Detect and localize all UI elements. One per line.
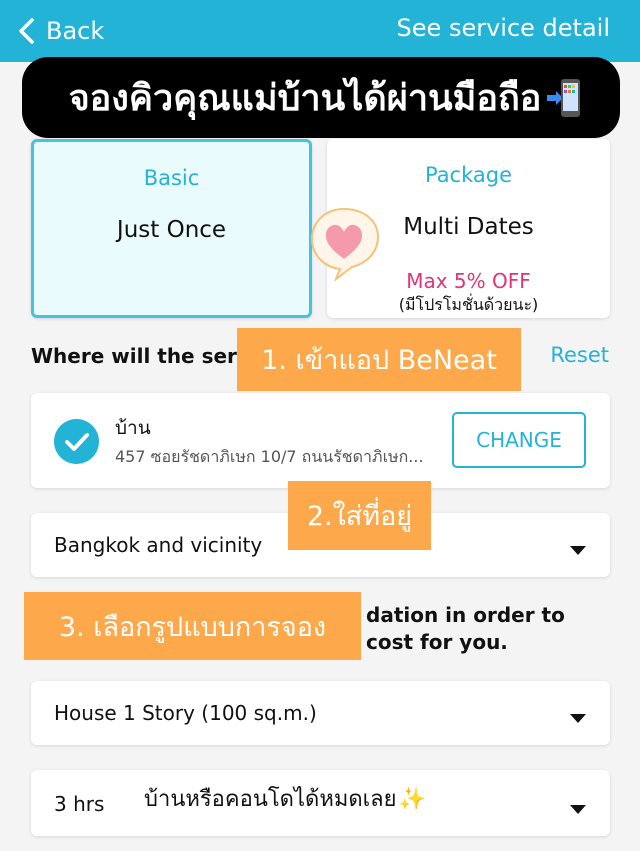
caret-down-icon (570, 714, 586, 723)
reset-link[interactable]: Reset (550, 343, 609, 367)
back-label: Back (46, 17, 105, 45)
option-package-promo: (มีโปรโมชั่นด้วยนะ) (398, 295, 539, 314)
see-service-detail-link[interactable]: See service detail (397, 14, 610, 42)
address-name: บ้าน (115, 417, 151, 439)
heart-bubble-icon (306, 203, 386, 283)
caption-text: บ้านหรือคอนโดได้หมดเลย (144, 787, 397, 812)
address-card[interactable]: บ้าน 457 ซอยรัชดาภิเษก 10/7 ถนนรัชดาภิเษ… (31, 393, 610, 488)
change-address-button[interactable]: CHANGE (452, 412, 586, 468)
check-circle-icon (54, 419, 99, 464)
location-question: Where will the servi (31, 344, 257, 368)
option-package-kicker: Package (424, 163, 513, 187)
house-type-value: House 1 Story (100 sq.m.) (54, 701, 317, 725)
region-value: Bangkok and vicinity (54, 533, 263, 557)
option-basic-card[interactable]: Basic Just Once (31, 139, 312, 318)
mobile-phone-arrow-icon (547, 77, 581, 119)
step-2-tag: 2.ใส่ที่อยู่ (288, 481, 431, 550)
address-line: 457 ซอยรัชดาภิเษก 10/7 ถนนรัชดาภิเษก... (115, 447, 424, 466)
sparkles-icon: ✨ (398, 787, 426, 812)
back-button[interactable]: Back (16, 12, 104, 50)
house-type-select[interactable]: House 1 Story (100 sq.m.) (31, 681, 610, 745)
banner-title: จองคิวคุณแม่บ้านได้ผ่านมือถือ (68, 78, 542, 119)
duration-value: 3 hrs (54, 792, 105, 816)
chevron-left-icon (19, 18, 34, 44)
option-basic-kicker: Basic (143, 166, 200, 190)
option-basic-title: Just Once (116, 217, 227, 243)
caret-down-icon (570, 546, 586, 555)
title-banner: จองคิวคุณแม่บ้านได้ผ่านมือถือ (22, 57, 620, 138)
caret-down-icon (570, 805, 586, 814)
top-bar: Back See service detail (0, 0, 640, 62)
step-3-tag: 3. เลือกรูปแบบการจอง (24, 592, 361, 660)
step-1-tag: 1. เข้าแอป BeNeat (237, 328, 521, 391)
caption-overlay: บ้านหรือคอนโดได้หมดเลย✨ (144, 781, 426, 816)
